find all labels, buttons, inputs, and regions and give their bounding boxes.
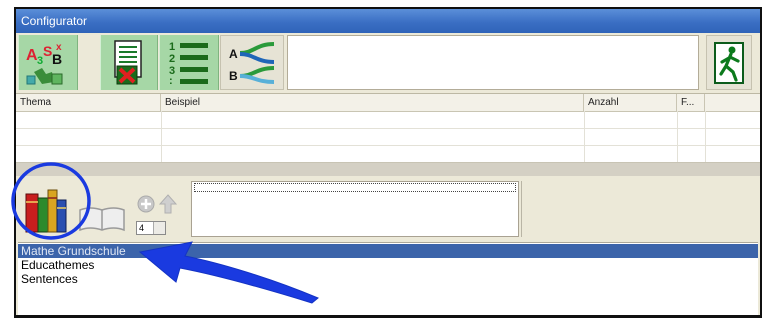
svg-text:S: S — [43, 43, 52, 59]
plus-circle-icon — [137, 195, 155, 213]
spelling-game-button[interactable]: A 3 S B x — [18, 35, 78, 90]
arrow-up-icon — [158, 194, 178, 214]
library-toolbar: 4 — [16, 176, 760, 240]
library-side-panel — [521, 181, 760, 237]
topics-grid[interactable]: Thema Beispiel Anzahl F... — [16, 94, 760, 163]
configurator-window: Configurator A 3 S B x 1 2 3: A B Thema… — [14, 7, 762, 318]
open-book-icon — [79, 207, 125, 232]
matching-ab-icon: A B — [229, 41, 275, 84]
spinner-arrows[interactable] — [153, 222, 165, 234]
focus-rect — [194, 183, 516, 192]
list-item[interactable]: Educathemes — [18, 258, 758, 272]
toolbar-text-field[interactable] — [287, 35, 699, 90]
list-item[interactable]: Mathe Grundschule — [18, 244, 758, 258]
numbered-list-icon: 1 2 3 : — [169, 41, 208, 87]
column-header-beispiel[interactable]: Beispiel — [161, 94, 584, 111]
level-spinner[interactable]: 4 — [136, 221, 166, 235]
title-bar: Configurator — [16, 9, 760, 33]
open-book-button[interactable] — [76, 204, 128, 234]
grid-header: Thema Beispiel Anzahl F... — [16, 94, 760, 112]
column-header-thema[interactable]: Thema — [16, 94, 161, 111]
svg-text:A: A — [229, 47, 238, 61]
spelling-game-icon: A 3 S B x — [26, 42, 63, 84]
grid-col-line — [584, 111, 585, 162]
svg-text:x: x — [56, 42, 62, 53]
exit-button[interactable] — [706, 35, 752, 90]
add-button[interactable] — [137, 195, 155, 213]
svg-text:2: 2 — [169, 53, 175, 65]
exit-door-icon — [714, 41, 744, 84]
main-toolbar: A 3 S B x 1 2 3: A B — [16, 33, 760, 94]
svg-text::: : — [169, 75, 173, 87]
column-header-anzahl[interactable]: Anzahl — [584, 94, 677, 111]
column-header-f[interactable]: F... — [677, 94, 705, 111]
splitter[interactable] — [16, 163, 760, 177]
grid-col-line — [161, 111, 162, 162]
spinner-value: 4 — [139, 223, 145, 233]
grid-col-line — [705, 111, 706, 162]
delete-document-icon — [114, 39, 142, 84]
library-list[interactable]: Mathe Grundschule Educathemes Sentences — [18, 242, 758, 315]
grid-row-line — [16, 128, 760, 129]
delete-document-button[interactable] — [100, 35, 158, 90]
books-icon — [25, 189, 67, 233]
svg-text:B: B — [229, 69, 238, 83]
grid-row-line — [16, 145, 760, 146]
move-up-button[interactable] — [158, 193, 178, 215]
library-button[interactable] — [22, 182, 70, 234]
svg-text:1: 1 — [169, 41, 175, 53]
library-text-field[interactable] — [191, 181, 519, 237]
window-title: Configurator — [21, 14, 88, 28]
grid-col-line — [677, 111, 678, 162]
svg-text:B: B — [52, 51, 62, 67]
numbered-list-button[interactable]: 1 2 3 : — [159, 35, 219, 90]
matching-ab-button[interactable]: A B — [220, 35, 284, 90]
list-item[interactable]: Sentences — [18, 272, 758, 286]
